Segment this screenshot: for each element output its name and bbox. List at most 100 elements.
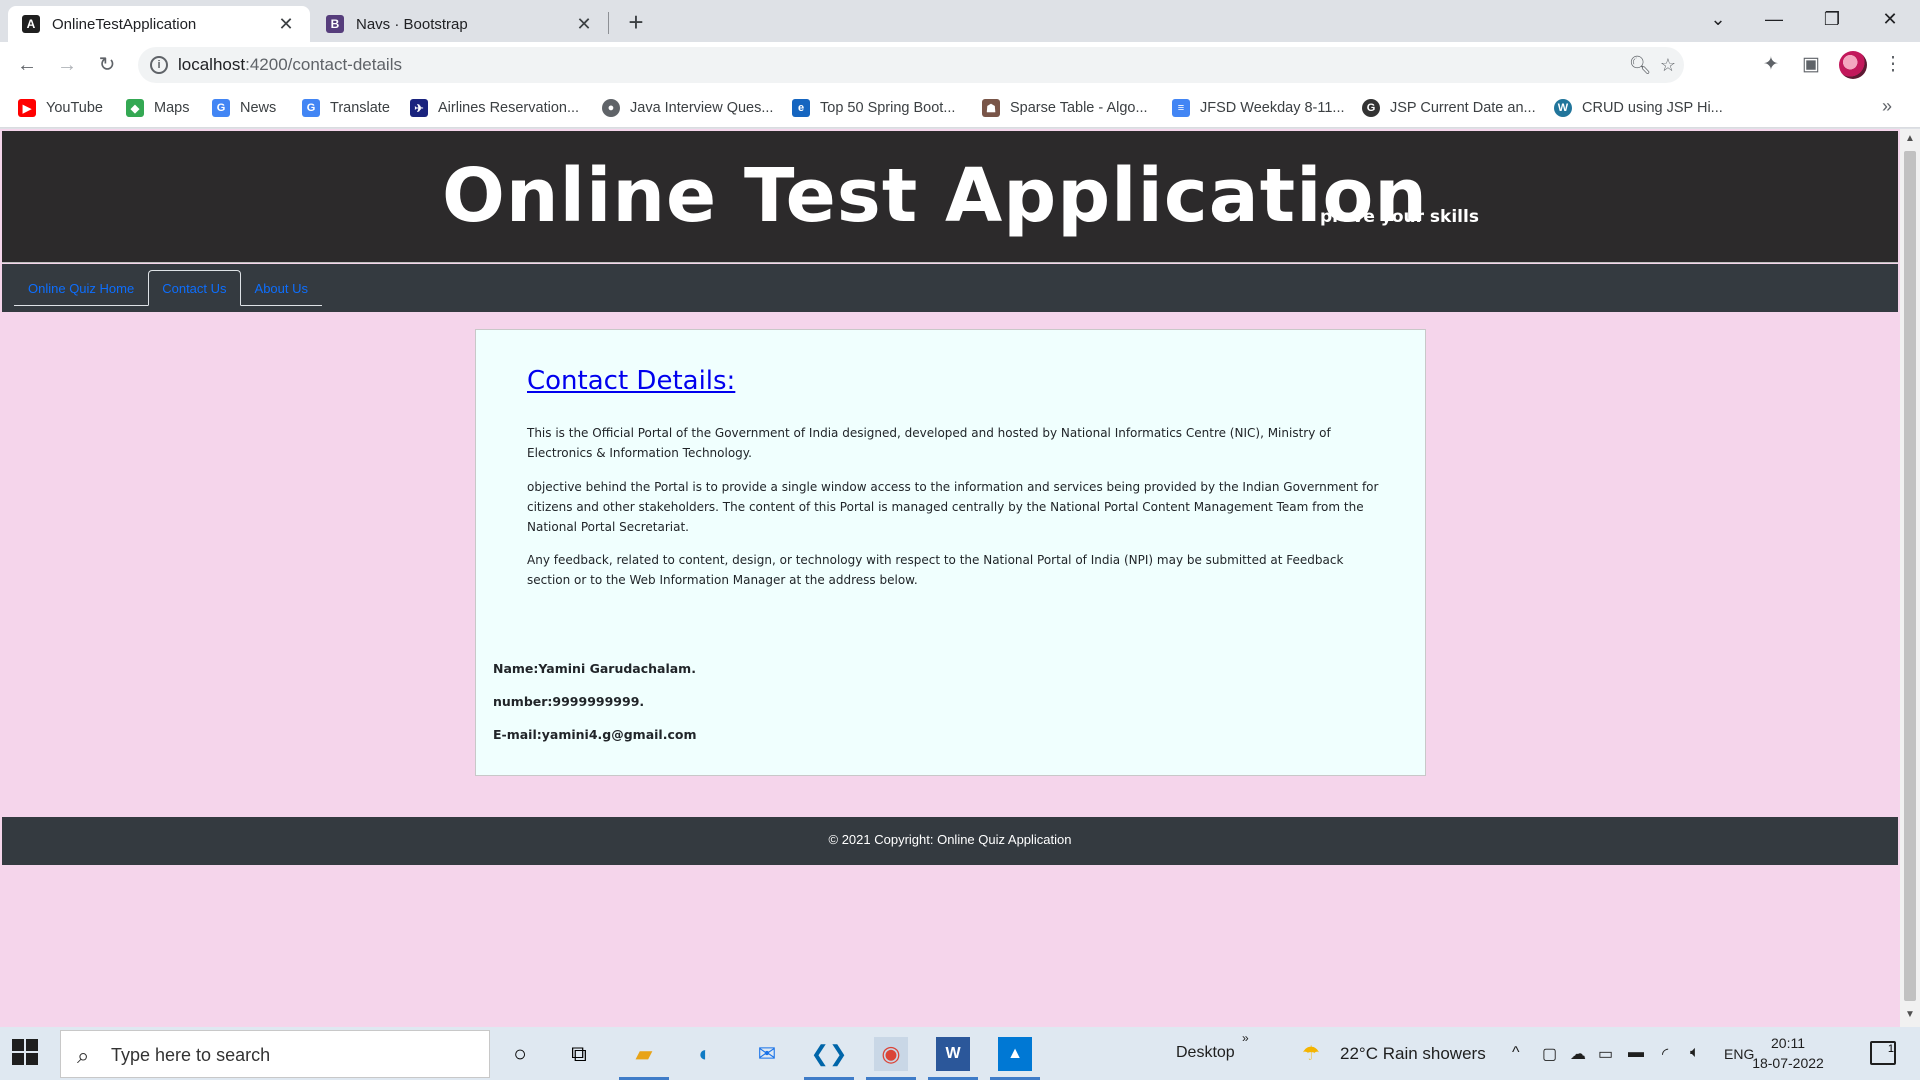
- search-placeholder: Type here to search: [111, 1045, 271, 1065]
- window-close-button[interactable]: ✕: [1870, 4, 1910, 34]
- volume-icon[interactable]: 🔈︎: [1690, 1044, 1700, 1062]
- task-view-icon[interactable]: ⧉: [562, 1037, 596, 1071]
- restore-button[interactable]: ❐: [1812, 4, 1852, 34]
- contact-heading[interactable]: Contact Details:: [527, 366, 735, 396]
- extensions-icon[interactable]: ✦: [1756, 50, 1786, 80]
- desktop-toolbar-label[interactable]: Desktop: [1176, 1044, 1235, 1062]
- back-button[interactable]: ←: [12, 50, 42, 80]
- windows-start-icon[interactable]: [12, 1039, 40, 1067]
- battery-icon[interactable]: ▬: [1628, 1044, 1644, 1062]
- profile-avatar[interactable]: [1839, 51, 1867, 79]
- new-tab-button[interactable]: +: [624, 8, 648, 36]
- bookmark-translate[interactable]: G Translate: [302, 96, 390, 120]
- bookmarks-bar: ▶ YouTube ◆ Maps G News G Translate ✈ Airline…: [0, 88, 1920, 128]
- meet-now-icon[interactable]: ▢: [1542, 1044, 1557, 1064]
- nav-tabs: Online Quiz Home Contact Us About Us: [14, 270, 323, 306]
- url-host: localhost: [178, 55, 246, 74]
- footer-copyright: © 2021 Copyright: Online Quiz Applicatio…: [828, 832, 1072, 847]
- tab-divider: [608, 12, 609, 34]
- bookmark-youtube[interactable]: ▶ YouTube: [18, 96, 103, 120]
- page-scrollbar[interactable]: ▲ ▼: [1900, 129, 1920, 1027]
- contact-paragraph: This is the Official Portal of the Gover…: [527, 426, 1331, 460]
- bootstrap-icon: B: [326, 15, 344, 33]
- nav-link-about-us[interactable]: About Us: [241, 270, 322, 306]
- address-bar[interactable]: i localhost:4200/contact-details 🔍︎ ☆: [138, 47, 1684, 83]
- vscode-icon[interactable]: ❮❯: [811, 1037, 848, 1071]
- contact-number: number:9999999999.: [493, 694, 645, 709]
- edureka-icon: e: [792, 99, 810, 117]
- bookmark-sparse-table[interactable]: ☗ Sparse Table - Algo...: [982, 96, 1148, 120]
- chrome-icon[interactable]: ◉: [874, 1037, 908, 1071]
- language-indicator[interactable]: ENG: [1724, 1046, 1754, 1062]
- bookmark-news[interactable]: G News: [212, 96, 276, 120]
- bookmark-spring-boot[interactable]: e Top 50 Spring Boot...: [792, 96, 955, 120]
- scroll-down-icon[interactable]: ▼: [1904, 1009, 1916, 1020]
- site-footer: © 2021 Copyright: Online Quiz Applicatio…: [2, 817, 1898, 865]
- taskbar-clock[interactable]: 20:11 18-07-2022: [1752, 1033, 1824, 1073]
- tab-search-icon[interactable]: ⌄: [1698, 4, 1738, 34]
- menu-icon[interactable]: ⋮: [1878, 50, 1908, 80]
- search-icon: ⌕: [77, 1043, 90, 1068]
- forward-button[interactable]: →: [52, 50, 82, 80]
- notification-count: 1: [1887, 1043, 1894, 1055]
- file-explorer-icon[interactable]: ▰: [627, 1037, 661, 1071]
- url-path: :4200/contact-details: [245, 55, 402, 74]
- minimize-button[interactable]: —: [1754, 4, 1794, 34]
- bookmark-jsp-date[interactable]: G JSP Current Date an...: [1362, 96, 1536, 120]
- weather-icon[interactable]: ☂: [1302, 1041, 1320, 1066]
- nav-link-quiz-home[interactable]: Online Quiz Home: [14, 270, 148, 306]
- site-info-icon[interactable]: i: [150, 56, 168, 74]
- tab-title: OnlineTestApplication: [52, 15, 197, 33]
- bookmark-star-icon[interactable]: ☆: [1656, 53, 1680, 77]
- bookmark-java-interview[interactable]: ● Java Interview Ques...: [602, 96, 773, 120]
- bookmark-label: Translate: [330, 100, 390, 116]
- news-icon: G: [212, 99, 230, 117]
- close-icon[interactable]: ✕: [276, 14, 296, 35]
- algo-icon: ☗: [982, 99, 1000, 117]
- bookmark-label: YouTube: [46, 100, 103, 116]
- reload-button[interactable]: ↻: [92, 50, 122, 80]
- bookmark-airlines[interactable]: ✈ Airlines Reservation...: [410, 96, 579, 120]
- photos-icon[interactable]: ▲: [998, 1037, 1032, 1071]
- cortana-icon[interactable]: ○: [503, 1037, 537, 1071]
- bookmark-maps[interactable]: ◆ Maps: [126, 96, 189, 120]
- scroll-up-icon[interactable]: ▲: [1904, 133, 1916, 144]
- browser-tab-active[interactable]: A OnlineTestApplication ✕: [8, 6, 310, 42]
- windows-taskbar: ⌕ Type here to search ○ ⧉ ▰ ◐ ✉ ❮❯ ◉ W ▲…: [0, 1027, 1920, 1080]
- site-navbar: Online Quiz Home Contact Us About Us: [2, 264, 1898, 312]
- onedrive-icon[interactable]: ☁: [1570, 1044, 1586, 1064]
- taskbar-search-input[interactable]: ⌕ Type here to search: [60, 1030, 490, 1078]
- nav-link-contact-us[interactable]: Contact Us: [148, 270, 241, 306]
- toolbar-expand-icon[interactable]: »: [1242, 1031, 1249, 1045]
- bookmark-label: Top 50 Spring Boot...: [820, 100, 956, 116]
- word-icon[interactable]: W: [936, 1037, 970, 1071]
- site-title: Online Test Application: [442, 153, 1428, 239]
- zoom-icon[interactable]: 🔍︎: [1628, 53, 1652, 77]
- contact-email: E-mail:yamini4.g@gmail.com: [493, 727, 697, 742]
- edge-icon[interactable]: ◐: [688, 1037, 722, 1071]
- notification-center-icon[interactable]: 1: [1870, 1041, 1896, 1065]
- translate-icon: G: [302, 99, 320, 117]
- clock-date: 18-07-2022: [1752, 1055, 1824, 1071]
- more-bookmarks-icon[interactable]: »: [1882, 96, 1892, 117]
- close-icon[interactable]: ✕: [574, 14, 594, 35]
- contact-paragraph: Any feedback, related to content, design…: [527, 553, 1344, 587]
- browser-tab[interactable]: B Navs · Bootstrap ✕: [312, 6, 608, 42]
- side-panel-icon[interactable]: ▣: [1796, 50, 1826, 80]
- browser-tab-strip: A OnlineTestApplication ✕ B Navs · Boots…: [0, 0, 1920, 42]
- weather-text[interactable]: 22°C Rain showers: [1340, 1044, 1486, 1064]
- bookmark-label: News: [240, 100, 277, 116]
- bookmark-jfsd[interactable]: ≡ JFSD Weekday 8-11...: [1172, 96, 1345, 120]
- bookmark-crud-jsp[interactable]: W CRUD using JSP Hi...: [1554, 96, 1723, 120]
- youtube-icon: ▶: [18, 99, 36, 117]
- mail-icon[interactable]: ✉: [750, 1037, 784, 1071]
- tab-title: Navs · Bootstrap: [356, 15, 468, 33]
- maps-icon: ◆: [126, 99, 144, 117]
- clock-time: 20:11: [1771, 1035, 1805, 1051]
- display-icon[interactable]: ▭: [1598, 1044, 1613, 1064]
- url-text[interactable]: localhost:4200/contact-details: [178, 55, 402, 75]
- contact-name: Name:Yamini Garudachalam.: [493, 661, 696, 676]
- scrollbar-thumb[interactable]: [1904, 151, 1916, 1001]
- wifi-icon[interactable]: ◜: [1662, 1044, 1668, 1064]
- show-hidden-icons-icon[interactable]: ^: [1512, 1044, 1520, 1062]
